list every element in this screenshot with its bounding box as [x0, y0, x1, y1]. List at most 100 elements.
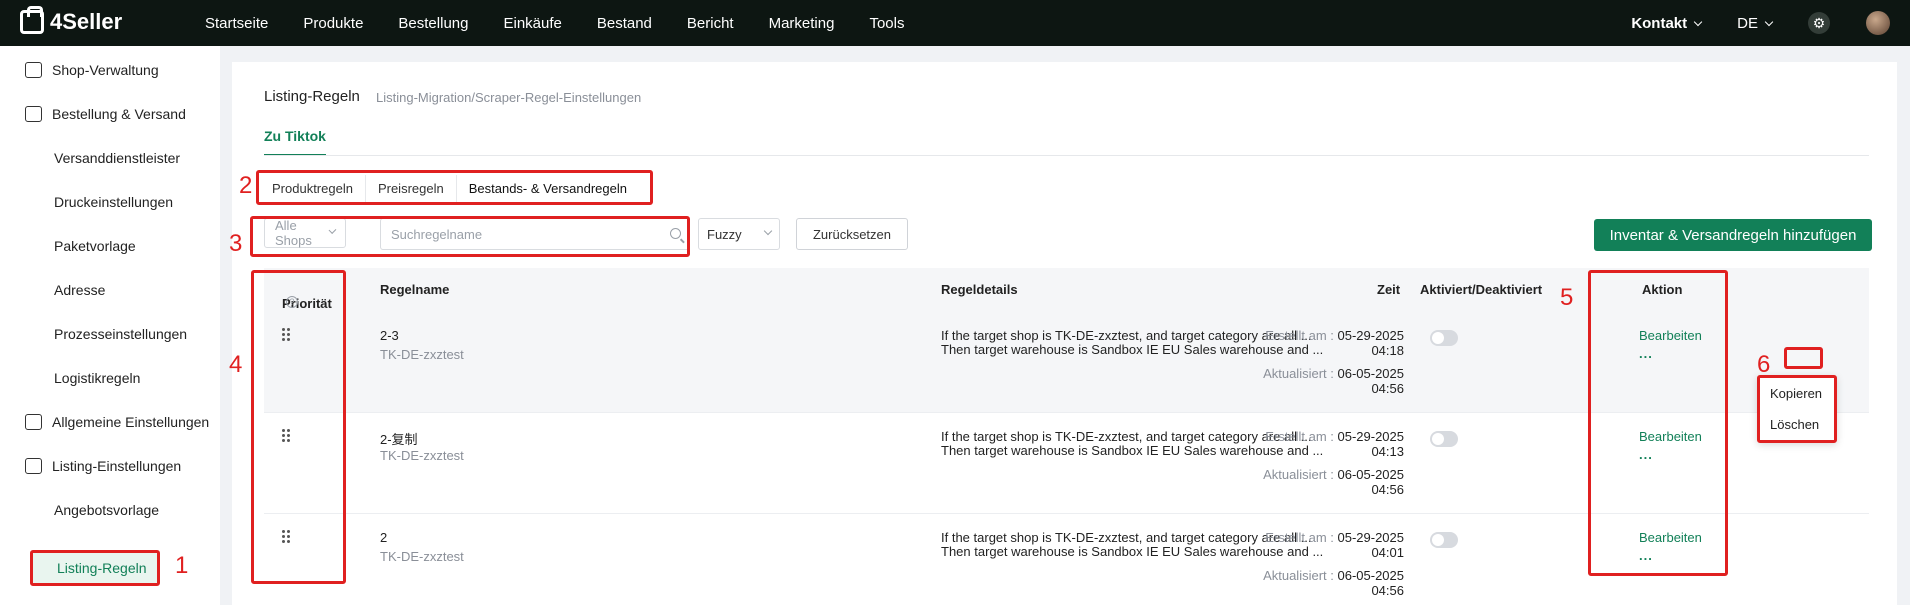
sidebar-item-label: Druckeinstellungen: [54, 194, 174, 210]
rule-detail-condition: If the target shop is TK-DE-zxztest, and…: [941, 530, 1312, 545]
settings-stack-icon: [25, 414, 42, 430]
add-inventory-shipping-rule-button[interactable]: Inventar & Versandregeln hinzufügen: [1594, 219, 1872, 251]
contact-dropdown[interactable]: Kontakt: [1631, 14, 1703, 32]
updated-time: 04:56: [1371, 482, 1404, 497]
annotation-number: 4: [229, 351, 243, 378]
column-details: Regeldetails: [941, 282, 1018, 297]
updated-date: 06-05-2025: [1337, 568, 1405, 583]
nav-item-marketing[interactable]: Marketing: [769, 15, 835, 32]
created-at: Erstellt am : 05-29-2025 04:01: [1265, 530, 1404, 560]
annotation-number: 1: [175, 552, 189, 579]
nav-item-bericht[interactable]: Bericht: [687, 15, 734, 32]
top-right-controls: Kontakt DE ⚙: [1631, 0, 1890, 46]
sidebar-item-shop-verwaltung[interactable]: Shop-Verwaltung: [0, 48, 220, 92]
sidebar-item-label: Angebotsvorlage: [54, 502, 160, 518]
enabled-toggle[interactable]: [1430, 532, 1458, 548]
enabled-toggle[interactable]: [1430, 330, 1458, 346]
sidebar-item-label: Listing-Regeln: [57, 560, 147, 576]
nav-item-einkaeufe[interactable]: Einkäufe: [503, 15, 561, 32]
logo[interactable]: 4Seller: [20, 6, 122, 35]
rule-detail-condition: If the target shop is TK-DE-zxztest, and…: [941, 328, 1312, 343]
annotation-number: 3: [229, 230, 243, 257]
nav-item-bestellung[interactable]: Bestellung: [398, 15, 468, 32]
rule-detail-condition: If the target shop is TK-DE-zxztest, and…: [941, 429, 1312, 444]
avatar[interactable]: [1866, 11, 1890, 35]
chevron-down-icon: [763, 226, 773, 236]
annotation-number: 2: [239, 172, 253, 199]
page-title: Listing-Regeln: [264, 88, 360, 105]
sidebar-item-druckeinstellungen[interactable]: Druckeinstellungen: [0, 180, 220, 224]
upload-box-icon: [25, 458, 42, 474]
sidebar-item-label: Versanddienstleister: [54, 150, 181, 166]
page-subtitle: Listing-Migration/Scraper-Regel-Einstell…: [376, 90, 642, 105]
top-navigation-bar: 4Seller Startseite Produkte Bestellung E…: [0, 0, 1910, 46]
sidebar-item-versanddienstleister[interactable]: Versanddienstleister: [0, 136, 220, 180]
order-bag-icon: [25, 106, 42, 122]
enabled-toggle[interactable]: [1430, 431, 1458, 447]
store-icon: [25, 62, 42, 78]
created-time: 04:13: [1371, 444, 1404, 459]
sidebar-item-label: Listing-Einstellungen: [52, 458, 182, 474]
sidebar-item-label: Adresse: [54, 282, 106, 298]
nav-item-tools[interactable]: Tools: [869, 15, 904, 32]
more-actions-menu: Kopieren Löschen: [1757, 375, 1837, 443]
language-dropdown[interactable]: DE: [1737, 15, 1774, 32]
match-mode-select[interactable]: Fuzzy: [698, 218, 780, 250]
rule-shop: TK-DE-zxztest: [380, 549, 464, 564]
tab-zu-tiktok[interactable]: Zu Tiktok: [264, 128, 326, 156]
updated-at: Aktualisiert : 06-05-2025 04:56: [1263, 467, 1404, 497]
sidebar-item-logistikregeln[interactable]: Logistikregeln: [0, 356, 220, 400]
annotation-box-filters: [250, 216, 690, 257]
sidebar-item-listing-einstellungen[interactable]: Listing-Einstellungen: [0, 444, 220, 488]
created-date: 05-29-2025: [1337, 530, 1405, 545]
created-label: Erstellt am :: [1265, 530, 1334, 545]
logo-bag-icon: [20, 6, 44, 34]
sidebar-item-paketvorlage[interactable]: Paketvorlage: [0, 224, 220, 268]
annotation-box-more: [1784, 347, 1823, 369]
created-label: Erstellt am :: [1265, 429, 1334, 444]
rule-name: 2-复制: [380, 432, 418, 447]
created-label: Erstellt am :: [1265, 328, 1334, 343]
sidebar-item-listing-regeln[interactable]: Listing-Regeln: [30, 550, 160, 586]
annotation-box-priority: [251, 270, 346, 584]
updated-label: Aktualisiert :: [1263, 366, 1334, 381]
gear-icon[interactable]: ⚙: [1808, 12, 1830, 34]
rule-name: 2-3: [380, 328, 399, 343]
contact-label: Kontakt: [1631, 14, 1688, 32]
menu-item-loeschen[interactable]: Löschen: [1770, 417, 1819, 432]
main-nav: Startseite Produkte Bestellung Einkäufe …: [205, 0, 939, 46]
menu-item-kopieren[interactable]: Kopieren: [1770, 386, 1822, 401]
updated-time: 04:56: [1371, 583, 1404, 598]
updated-label: Aktualisiert :: [1263, 568, 1334, 583]
annotation-number: 6: [1757, 351, 1771, 378]
tab-divider: [264, 155, 1869, 156]
updated-date: 06-05-2025: [1337, 366, 1405, 381]
created-at: Erstellt am : 05-29-2025 04:18: [1265, 328, 1404, 358]
created-time: 04:01: [1371, 545, 1404, 560]
sidebar-item-prozesseinstellungen[interactable]: Prozesseinstellungen: [0, 312, 220, 356]
sidebar-item-label: Bestellung & Versand: [52, 106, 186, 122]
column-time: Zeit: [1377, 282, 1401, 297]
rule-shop: TK-DE-zxztest: [380, 347, 464, 362]
annotation-number: 5: [1560, 284, 1574, 311]
sidebar-item-label: Logistikregeln: [54, 370, 141, 386]
rule-name: 2: [380, 530, 388, 545]
sidebar: Shop-Verwaltung Bestellung & Versand Ver…: [0, 46, 220, 605]
rule-shop: TK-DE-zxztest: [380, 448, 464, 463]
reset-button[interactable]: Zurücksetzen: [796, 218, 908, 250]
sidebar-item-adresse[interactable]: Adresse: [0, 268, 220, 312]
chevron-down-icon: [1764, 17, 1774, 26]
updated-at: Aktualisiert : 06-05-2025 04:56: [1263, 366, 1404, 396]
sidebar-item-allgemeine-einstellungen[interactable]: Allgemeine Einstellungen: [0, 400, 220, 444]
nav-item-startseite[interactable]: Startseite: [205, 15, 268, 32]
updated-date: 06-05-2025: [1337, 467, 1405, 482]
sidebar-item-label: Allgemeine Einstellungen: [52, 414, 210, 430]
sidebar-item-bestellung-versand[interactable]: Bestellung & Versand: [0, 92, 220, 136]
column-enabled: Aktiviert/Deaktiviert: [1420, 282, 1543, 297]
created-at: Erstellt am : 05-29-2025 04:13: [1265, 429, 1404, 459]
nav-item-produkte[interactable]: Produkte: [303, 15, 363, 32]
nav-item-bestand[interactable]: Bestand: [597, 15, 652, 32]
created-date: 05-29-2025: [1337, 328, 1405, 343]
annotation-box-rule-tabs: [256, 170, 653, 205]
sidebar-item-angebotsvorlage[interactable]: Angebotsvorlage: [0, 488, 220, 532]
